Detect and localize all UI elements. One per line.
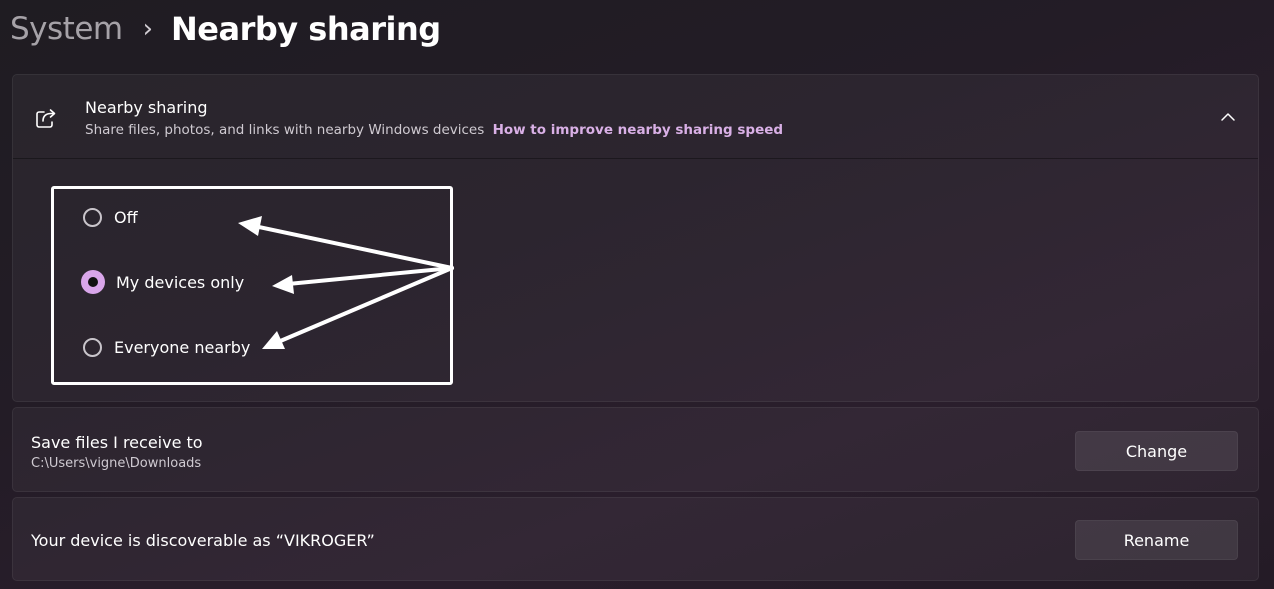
nearby-sharing-description: Share files, photos, and links with near…	[85, 122, 783, 138]
save-files-title: Save files I receive to	[31, 433, 203, 452]
radio-option-everyone[interactable]: Everyone nearby	[83, 332, 250, 362]
breadcrumb: System › Nearby sharing	[10, 6, 441, 52]
nearby-sharing-description-text: Share files, photos, and links with near…	[85, 122, 485, 138]
save-files-path: C:\Users\vigne\Downloads	[31, 456, 202, 471]
nearby-sharing-title: Nearby sharing	[85, 98, 208, 117]
radio-button-everyone[interactable]	[83, 337, 102, 357]
breadcrumb-system[interactable]: System	[10, 11, 123, 47]
discoverable-card: Your device is discoverable as “VIKROGER…	[12, 497, 1259, 581]
page-title: Nearby sharing	[171, 10, 441, 48]
radio-option-my-devices[interactable]: My devices only	[81, 267, 245, 297]
chevron-up-icon[interactable]	[1218, 107, 1238, 127]
radio-label-off: Off	[114, 207, 138, 227]
radio-label-my-devices: My devices only	[116, 272, 245, 292]
change-button[interactable]: Change	[1075, 431, 1238, 471]
radio-button-my-devices[interactable]	[81, 270, 105, 294]
nearby-sharing-card: Nearby sharing Share files, photos, and …	[12, 74, 1259, 402]
save-files-card: Save files I receive to C:\Users\vigne\D…	[12, 407, 1259, 492]
radio-button-off[interactable]	[83, 207, 102, 227]
radio-label-everyone: Everyone nearby	[114, 337, 251, 357]
breadcrumb-chevron-icon: ›	[142, 14, 154, 44]
nearby-sharing-header[interactable]: Nearby sharing Share files, photos, and …	[13, 75, 1258, 159]
improve-speed-link[interactable]: How to improve nearby sharing speed	[493, 122, 784, 138]
discoverable-title: Your device is discoverable as “VIKROGER…	[31, 531, 375, 550]
share-icon	[36, 109, 56, 128]
radio-option-off[interactable]: Off	[83, 202, 138, 232]
rename-button[interactable]: Rename	[1075, 520, 1238, 560]
